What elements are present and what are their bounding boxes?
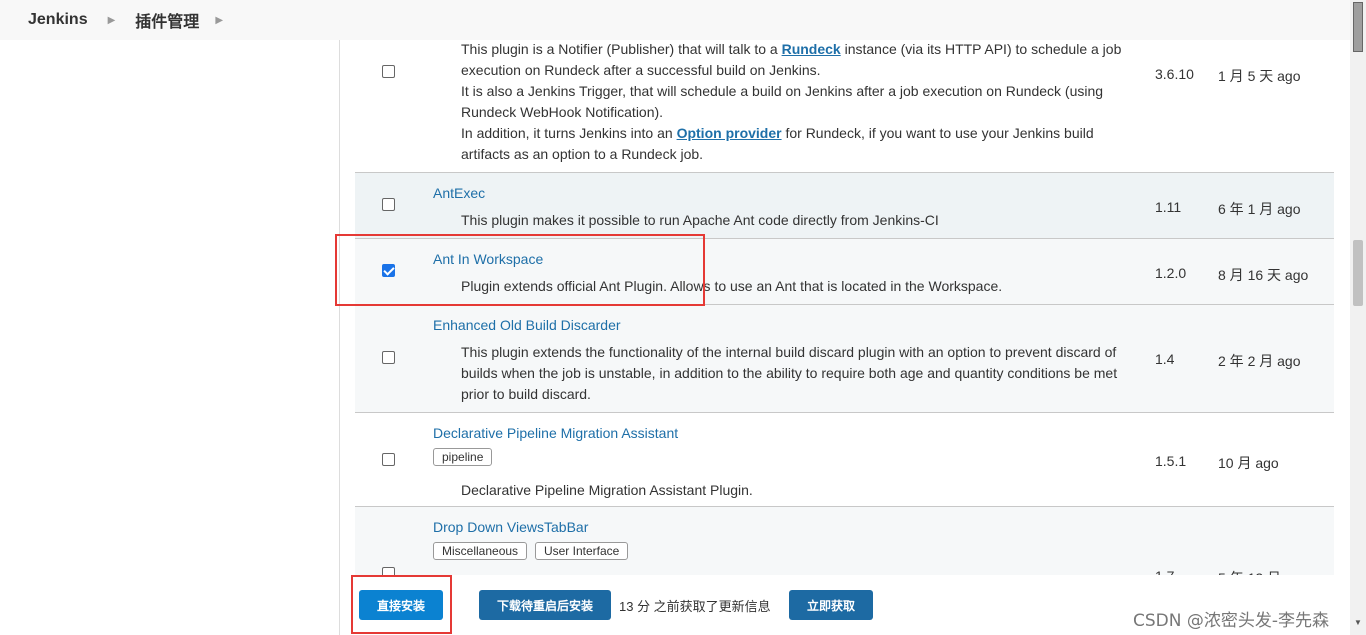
table-row: Enhanced Old Build Discarder This plugin…: [355, 305, 1334, 413]
table-row: AntExec This plugin makes it possible to…: [355, 173, 1334, 239]
plugin-version: 3.6.10: [1155, 66, 1194, 82]
scroll-down-arrow-icon[interactable]: ▼: [1354, 618, 1362, 627]
table-row: This plugin is a Notifier (Publisher) th…: [355, 40, 1334, 173]
plugin-description: This plugin is a Notifier (Publisher) th…: [461, 39, 1141, 165]
highlight-box: [351, 575, 452, 634]
breadcrumb-separator-icon[interactable]: ▶: [215, 15, 223, 26]
option-provider-link[interactable]: Option provider: [677, 125, 782, 141]
desc-text: In addition, it turns Jenkins into an: [461, 125, 673, 141]
desc-text: It is also a Jenkins Trigger, that will …: [461, 83, 1104, 120]
plugin-checkbox-enhanced-old-build-discarder[interactable]: [382, 351, 395, 364]
scrollbar-indicator: [1353, 2, 1363, 52]
breadcrumb-separator-icon[interactable]: ▶: [108, 15, 116, 26]
plugin-version: 1.11: [1155, 199, 1182, 215]
sidebar-divider: [339, 40, 340, 635]
check-now-button[interactable]: 立即获取: [789, 590, 873, 620]
plugin-checkbox-rundeck[interactable]: [382, 65, 395, 78]
tag-pipeline[interactable]: pipeline: [433, 448, 493, 466]
highlight-box: [335, 234, 705, 306]
plugin-tags: pipeline: [433, 448, 496, 466]
tag-user-interface[interactable]: User Interface: [534, 542, 629, 560]
plugin-description: Declarative Pipeline Migration Assistant…: [461, 482, 753, 498]
install-after-restart-button[interactable]: 下载待重启后安装: [479, 590, 611, 620]
plugin-description: This plugin extends the functionality of…: [461, 344, 1118, 402]
plugin-tags: Miscellaneous User Interface: [433, 542, 632, 560]
rundeck-link[interactable]: Rundeck: [782, 41, 841, 57]
plugin-checkbox-declarative-pipeline-migration-assistant[interactable]: [382, 453, 395, 466]
plugin-name-link[interactable]: Drop Down ViewsTabBar: [433, 519, 588, 535]
table-row: Declarative Pipeline Migration Assistant…: [355, 413, 1334, 507]
plugin-version: 1.4: [1155, 351, 1175, 367]
plugin-version: 1.2.0: [1155, 265, 1187, 281]
plugin-description: This plugin makes it possible to run Apa…: [461, 212, 939, 228]
desc-text: This plugin is a Notifier (Publisher) th…: [461, 41, 778, 57]
plugin-released: 8 月 16 天 ago: [1218, 267, 1309, 283]
plugin-name-link[interactable]: AntExec: [433, 185, 485, 201]
plugin-checkbox-antexec[interactable]: [382, 198, 395, 211]
plugin-released: 10 月 ago: [1218, 455, 1279, 471]
plugin-version: 1.5.1: [1155, 453, 1187, 469]
plugin-name-link[interactable]: Enhanced Old Build Discarder: [433, 317, 621, 333]
scrollbar-thumb[interactable]: [1353, 240, 1363, 306]
plugin-released: 6 年 1 月 ago: [1218, 201, 1301, 217]
plugin-released: 2 年 2 月 ago: [1218, 353, 1301, 369]
watermark: CSDN @浓密头发-李先森: [1133, 611, 1330, 631]
plugin-name-link[interactable]: Declarative Pipeline Migration Assistant: [433, 425, 678, 441]
breadcrumb: Jenkins ▶ 插件管理 ▶: [0, 0, 1350, 40]
update-info-text: 13 分 之前获取了更新信息: [619, 599, 771, 614]
plugin-released: 1 月 5 天 ago: [1218, 68, 1301, 84]
plugin-table: This plugin is a Notifier (Publisher) th…: [355, 40, 1334, 597]
vertical-scrollbar[interactable]: ▼: [1350, 0, 1366, 635]
breadcrumb-jenkins[interactable]: Jenkins: [28, 11, 88, 29]
tag-miscellaneous[interactable]: Miscellaneous: [433, 542, 528, 560]
breadcrumb-plugin-manager[interactable]: 插件管理: [135, 8, 199, 32]
